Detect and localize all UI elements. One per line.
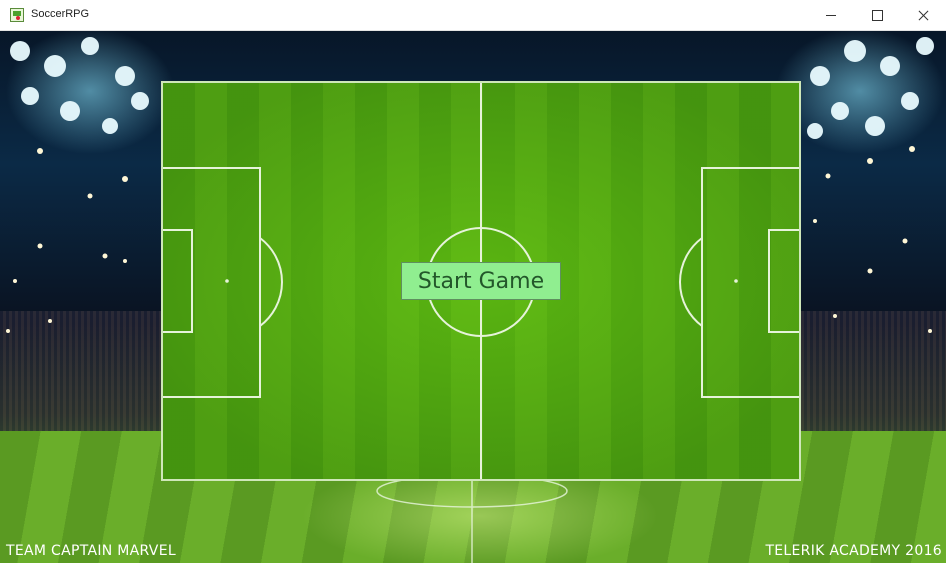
start-game-button[interactable]: Start Game — [401, 262, 561, 300]
window-titlebar: SoccerRPG — [0, 0, 946, 31]
window-title: SoccerRPG — [31, 8, 90, 20]
team-credit-text: TEAM CAPTAIN MARVEL — [6, 543, 176, 559]
close-button[interactable] — [900, 0, 946, 31]
academy-credit-text: TELERIK ACADEMY 2016 — [765, 543, 942, 559]
maximize-button[interactable] — [854, 0, 900, 31]
app-icon — [10, 8, 24, 22]
minimize-button[interactable] — [808, 0, 854, 31]
